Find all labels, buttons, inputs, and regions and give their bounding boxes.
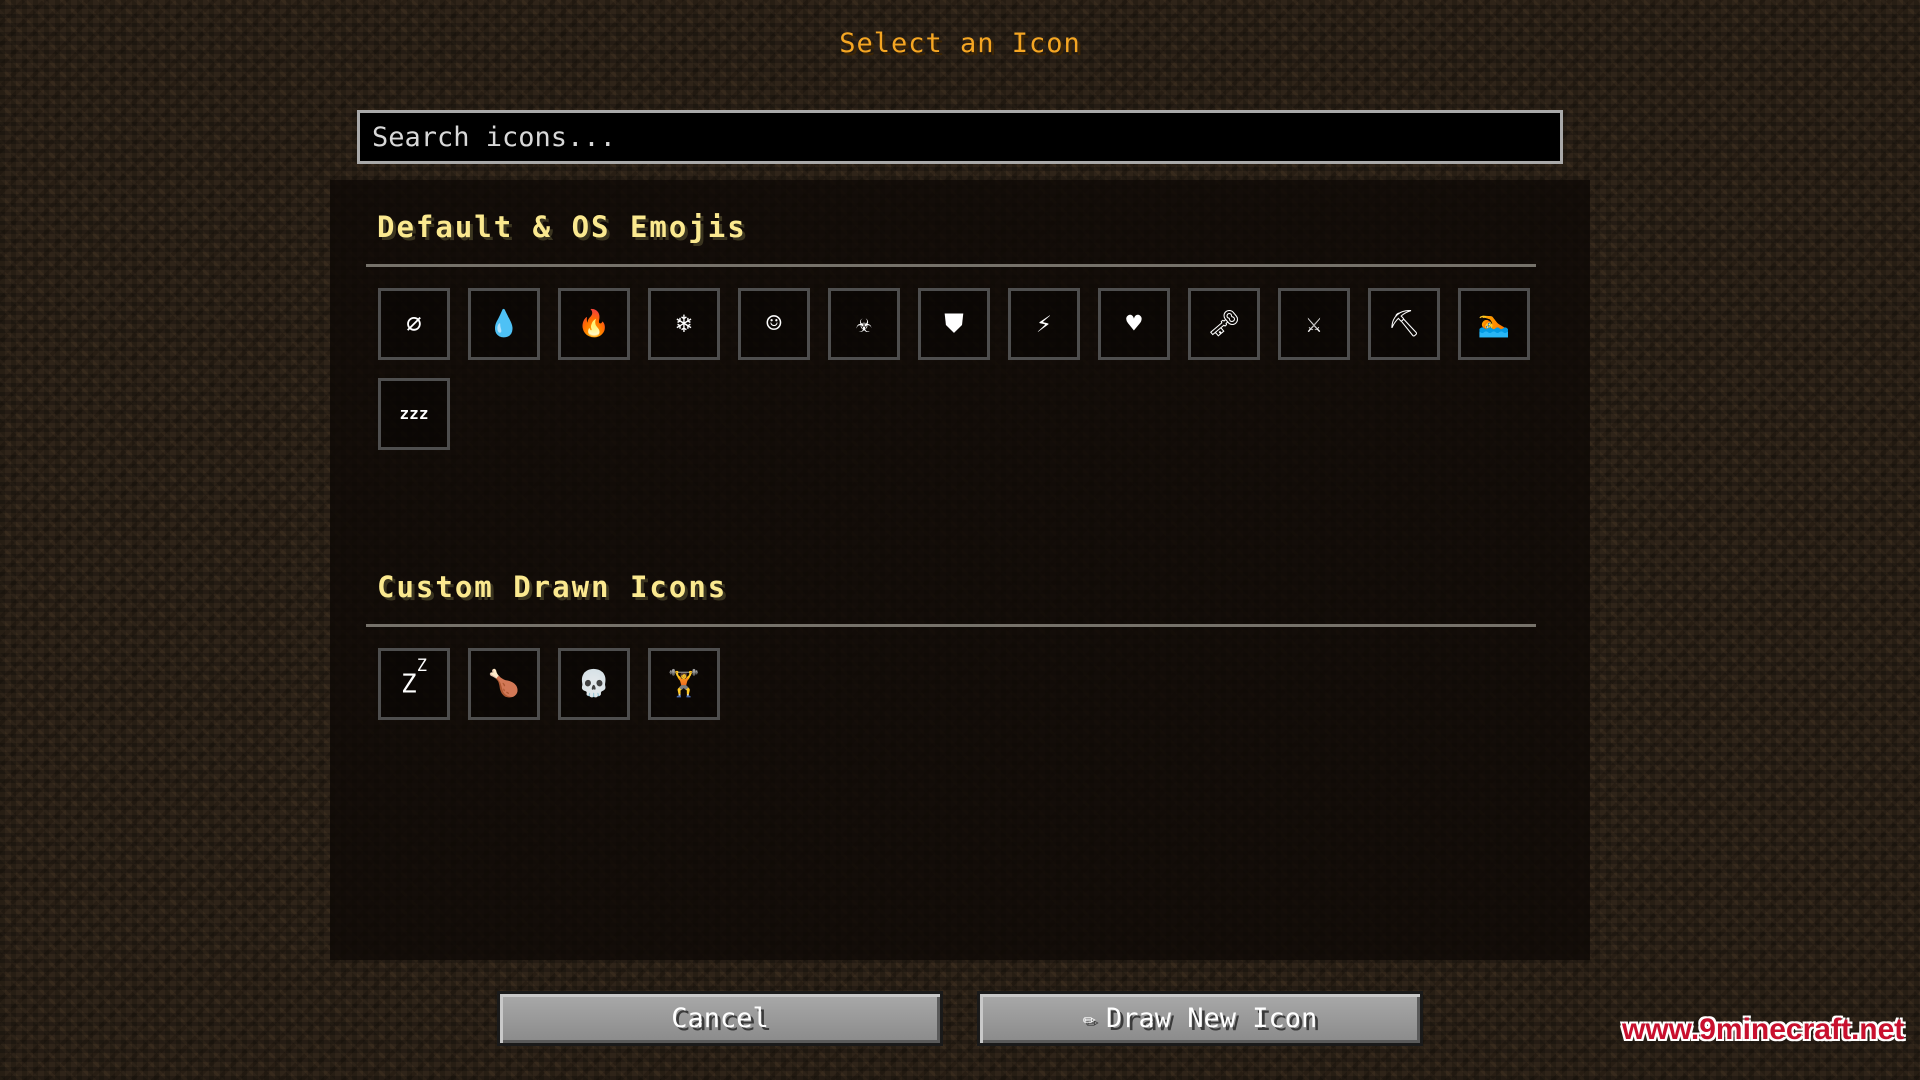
section-divider: [366, 264, 1536, 267]
icon-button[interactable]: zzz: [378, 378, 450, 450]
icon-button[interactable]: ☣: [828, 288, 900, 360]
sleep-z-superscript: Z: [416, 656, 427, 677]
cancel-button-label: Cancel: [671, 1003, 769, 1034]
sleep-z-icon: ZZ: [401, 658, 427, 700]
snowflake-icon: ❄: [676, 309, 692, 339]
section-title-default-os-emojis: Default & OS Emojis: [377, 210, 747, 244]
icon-list-panel[interactable]: Default & OS Emojis ∅ 💧 🔥 ❄ ☺ ☣ ⛊ ⚡ ♥ 🗝 …: [330, 180, 1590, 960]
icon-button[interactable]: ♥: [1098, 288, 1170, 360]
food-icon: 🍗: [487, 669, 521, 699]
icon-button[interactable]: ⛊: [918, 288, 990, 360]
icon-button[interactable]: 🏋: [648, 648, 720, 720]
section-divider: [366, 624, 1536, 627]
icon-button[interactable]: ❄: [648, 288, 720, 360]
water-drop-icon: 💧: [487, 309, 521, 339]
pickaxe-icon: ⛏: [1387, 309, 1421, 339]
crossed-swords-icon: ⚔: [1306, 309, 1322, 339]
icon-button[interactable]: 🏊: [1458, 288, 1530, 360]
biohazard-icon: ☣: [856, 309, 872, 339]
search-input[interactable]: [357, 110, 1563, 164]
screen-title: Select an Icon: [839, 28, 1081, 59]
pencil-icon: ✏: [1082, 1006, 1096, 1031]
sleep-zzz-icon: zzz: [399, 404, 429, 423]
dumbbell-icon: 🏋: [667, 669, 701, 699]
icon-button[interactable]: ZZ: [378, 648, 450, 720]
cancel-button[interactable]: Cancel: [497, 991, 943, 1046]
icon-button[interactable]: 🗝: [1188, 288, 1260, 360]
icon-button[interactable]: 💧: [468, 288, 540, 360]
icon-button[interactable]: 💀: [558, 648, 630, 720]
section-title-custom-drawn-icons: Custom Drawn Icons: [377, 570, 728, 604]
icon-button[interactable]: ∅: [378, 288, 450, 360]
key-icon: 🗝: [1207, 309, 1241, 339]
icon-button[interactable]: ☺: [738, 288, 810, 360]
lightning-icon: ⚡: [1036, 309, 1052, 339]
heart-icon: ♥: [1126, 309, 1142, 339]
icon-button[interactable]: 🍗: [468, 648, 540, 720]
face-icon: ☺: [766, 309, 782, 339]
watermark: www.9minecraft.net: [1622, 1013, 1905, 1046]
swimmer-icon: 🏊: [1477, 309, 1511, 339]
shield-icon: ⛊: [944, 309, 964, 339]
icon-button[interactable]: ⚡: [1008, 288, 1080, 360]
skull-icon: 💀: [577, 669, 611, 699]
icon-button[interactable]: ⚔: [1278, 288, 1350, 360]
draw-new-icon-button-label: Draw New Icon: [1105, 1003, 1318, 1034]
sleep-z-glyph: Z: [401, 669, 417, 700]
null-icon: ∅: [406, 309, 422, 339]
icon-button[interactable]: 🔥: [558, 288, 630, 360]
icon-button[interactable]: ⛏: [1368, 288, 1440, 360]
fire-icon: 🔥: [577, 309, 611, 339]
draw-new-icon-button[interactable]: ✏ Draw New Icon: [977, 991, 1423, 1046]
